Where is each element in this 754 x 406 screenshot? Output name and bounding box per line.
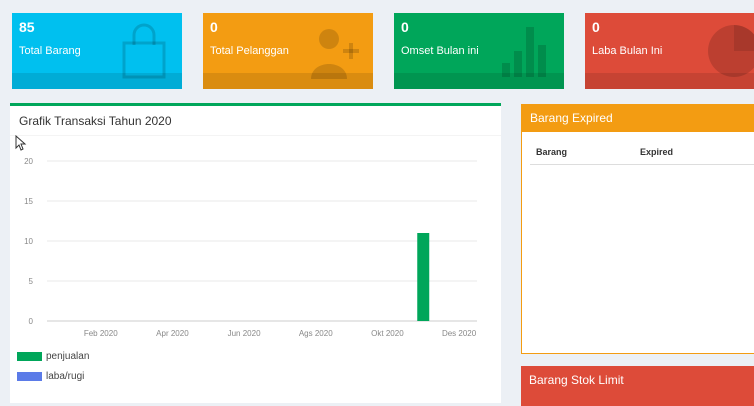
x-tick-label: Jun 2020 — [228, 329, 261, 338]
bar-chart-icon — [502, 27, 546, 77]
stok-limit-title: Barang Stok Limit — [529, 373, 624, 387]
legend-item-laba-rugi[interactable]: laba/rugi — [17, 371, 84, 382]
stat-label: Laba Bulan Ini — [592, 45, 663, 57]
stat-footer[interactable] — [12, 73, 182, 89]
user-add-icon — [311, 29, 359, 79]
x-tick-label: Ags 2020 — [299, 329, 333, 338]
legend-label: laba/rugi — [46, 371, 85, 382]
x-tick-label: Feb 2020 — [84, 329, 118, 338]
x-tick-label: Des 2020 — [442, 329, 477, 338]
y-tick-label: 5 — [29, 277, 34, 286]
stat-value: 0 — [592, 19, 600, 35]
y-tick-label: 20 — [24, 157, 33, 166]
expired-panel: Barang Expired Barang Expired — [521, 104, 754, 354]
stat-footer[interactable] — [585, 73, 754, 89]
column-header-expired[interactable]: Expired — [640, 147, 673, 157]
x-tick-label: Apr 2020 — [156, 329, 189, 338]
legend-item-penjualan[interactable]: penjualan — [17, 351, 89, 362]
stat-value: 85 — [19, 19, 35, 35]
pie-chart-icon — [708, 25, 754, 77]
legend-swatch — [17, 351, 42, 361]
stok-limit-panel: Barang Stok Limit — [521, 366, 754, 406]
stat-box-omset[interactable]: 0 Omset Bulan ini — [394, 13, 564, 89]
stat-box-total-pelanggan[interactable]: 0 Total Pelanggan — [203, 13, 373, 89]
legend-swatch — [17, 371, 42, 381]
x-tick-label: Okt 2020 — [371, 329, 404, 338]
table-header-divider — [530, 164, 754, 165]
y-tick-label: 10 — [24, 237, 33, 246]
bar-penjualan — [417, 233, 430, 321]
stat-label: Total Pelanggan — [210, 45, 289, 57]
mouse-cursor-icon — [15, 135, 27, 151]
stat-footer[interactable] — [394, 73, 564, 89]
stat-label: Omset Bulan ini — [401, 45, 479, 57]
column-header-barang[interactable]: Barang — [536, 147, 567, 157]
stat-value: 0 — [210, 19, 218, 35]
stat-box-laba[interactable]: 0 Laba Bulan Ini — [585, 13, 754, 89]
y-tick-label: 15 — [24, 197, 33, 206]
stat-footer[interactable] — [203, 73, 373, 89]
stat-label: Total Barang — [19, 45, 81, 57]
expired-panel-title: Barang Expired — [522, 105, 754, 132]
shopping-bag-icon — [122, 23, 166, 79]
legend-label: penjualan — [46, 351, 90, 362]
stat-value: 0 — [401, 19, 409, 35]
y-tick-label: 0 — [29, 317, 34, 326]
stat-box-total-barang[interactable]: 85 Total Barang — [12, 13, 182, 89]
